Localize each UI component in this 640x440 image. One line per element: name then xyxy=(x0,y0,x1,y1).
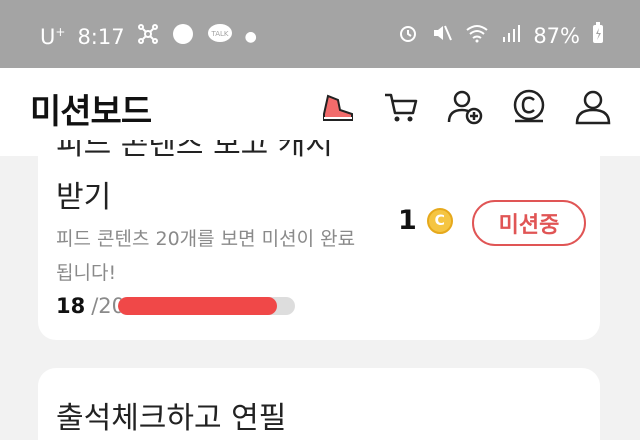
mission-progress-label: 18/20 xyxy=(56,294,125,318)
add-friend-icon[interactable] xyxy=(446,88,484,126)
mission-description: 피드 콘텐츠 20개를 보면 미션이 완료됩니다! xyxy=(56,228,356,284)
mission-status-button[interactable]: 미션중 xyxy=(472,200,586,246)
talk-icon: TALK xyxy=(207,23,233,50)
reward-amount: 1 xyxy=(398,205,417,236)
mute-icon xyxy=(431,22,453,49)
mission-title-clipped: 피드 콘텐츠 보고 캐시 xyxy=(56,140,334,158)
shoe-icon[interactable] xyxy=(318,88,356,126)
mission-title: 받기 xyxy=(56,180,112,215)
notification-dot-icon: ● xyxy=(244,28,257,45)
battery-level: 87% xyxy=(533,23,580,48)
alarm-icon xyxy=(397,22,419,49)
carrier-label: U+ xyxy=(40,24,66,49)
cart-icon[interactable] xyxy=(382,88,420,126)
clock: 8:17 xyxy=(77,24,125,49)
mission-2-title: 출석체크하고 연필 xyxy=(56,401,287,436)
battery-icon xyxy=(592,22,604,49)
progress-bar xyxy=(118,297,295,315)
mission-reward: 1 C xyxy=(398,205,453,236)
signal-icon xyxy=(501,23,521,48)
svg-text:TALK: TALK xyxy=(210,30,228,38)
status-bar: U+ 8:17 TALK ● 87% xyxy=(0,0,640,68)
coin-icon: C xyxy=(426,207,453,234)
network-hub-icon xyxy=(137,23,159,50)
settings-badge-icon xyxy=(171,22,195,51)
progress-bar-fill xyxy=(118,297,278,315)
coin-c-icon[interactable] xyxy=(510,88,548,126)
profile-icon[interactable] xyxy=(574,88,612,126)
wifi-icon xyxy=(465,22,489,49)
progress-current: 18 xyxy=(56,294,86,318)
page-title: 미션보드 xyxy=(30,92,152,132)
